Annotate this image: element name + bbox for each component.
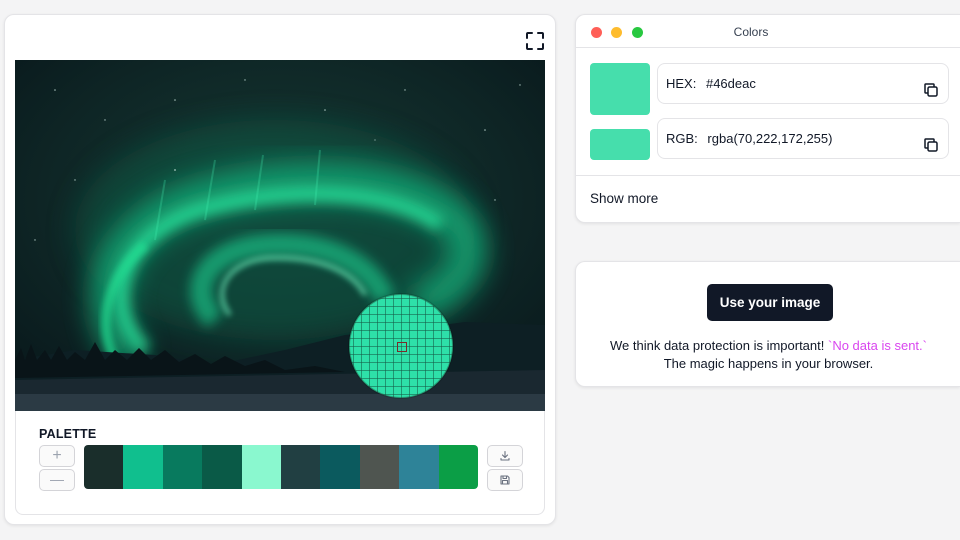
palette-swatch[interactable]: [359, 445, 400, 489]
aurora-image[interactable]: [15, 60, 545, 411]
palette-swatch[interactable]: [123, 445, 163, 489]
divider: [576, 175, 960, 176]
hex-label: HEX:: [666, 76, 697, 91]
palette-swatch[interactable]: [399, 445, 439, 489]
selected-color-preview-small: [590, 129, 650, 160]
privacy-highlight: `No data is sent.`: [828, 338, 927, 353]
add-color-button[interactable]: +: [39, 445, 75, 467]
selected-color-preview: [590, 63, 650, 115]
copy-icon[interactable]: [922, 75, 940, 97]
rgb-value: rgba(70,222,172,255): [707, 131, 833, 146]
palette-swatch[interactable]: [202, 445, 242, 489]
save-palette-button[interactable]: [487, 469, 523, 491]
copy-icon[interactable]: [922, 130, 940, 152]
rgb-label: RGB:: [666, 131, 698, 146]
image-picker-card: PALETTE + —: [4, 14, 556, 525]
magnifier-center-cell: [397, 342, 407, 352]
palette-swatch[interactable]: [281, 445, 321, 489]
palette-swatch[interactable]: [84, 445, 124, 489]
remove-color-button[interactable]: —: [39, 469, 75, 491]
rgb-value-field[interactable]: RGB: rgba(70,222,172,255): [657, 118, 949, 159]
download-icon: [500, 450, 510, 461]
show-more-link[interactable]: Show more: [590, 191, 658, 206]
window-titlebar: Colors: [576, 15, 960, 48]
hex-value: #46deac: [705, 76, 756, 91]
palette-title: PALETTE: [39, 427, 97, 441]
fullscreen-icon[interactable]: [523, 29, 547, 53]
palette-section: PALETTE + —: [15, 411, 545, 515]
window-title: Colors: [733, 25, 769, 39]
floppy-disk-icon: [500, 475, 510, 485]
privacy-text: We think data protection is important!: [610, 338, 825, 353]
palette-swatch[interactable]: [320, 445, 360, 489]
upload-card: Use your image We think data protection …: [575, 261, 960, 387]
palette-swatch[interactable]: [241, 445, 282, 489]
color-magnifier[interactable]: [349, 294, 453, 398]
colors-window: Colors HEX: #46deac RGB: rgba(70,222,172…: [575, 14, 960, 223]
privacy-notice: We think data protection is important! `…: [576, 338, 960, 353]
hex-value-field[interactable]: HEX: #46deac: [657, 63, 949, 104]
use-your-image-button[interactable]: Use your image: [707, 284, 833, 321]
download-palette-button[interactable]: [487, 445, 523, 467]
privacy-subtext: The magic happens in your browser.: [663, 356, 874, 371]
palette-swatch[interactable]: [162, 445, 203, 489]
palette-swatch[interactable]: [438, 445, 478, 489]
palette-swatches: [84, 445, 478, 489]
